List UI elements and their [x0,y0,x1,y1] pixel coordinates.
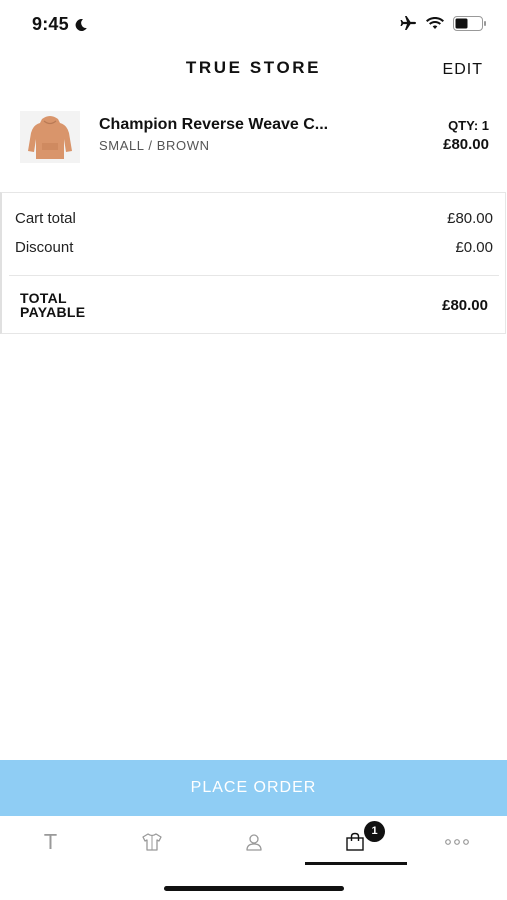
store-title: TRUE STORE [185,58,322,77]
cart-total-label: Cart total [15,210,76,227]
wifi-icon [426,17,444,29]
status-time: 9:45 [32,14,88,35]
battery-icon [453,15,486,31]
tab-catalog[interactable] [101,816,202,868]
product-variant: SMALL / BROWN [99,138,210,153]
header: TRUE STORE EDIT [0,52,507,88]
summary-divider [9,275,499,276]
order-summary: Cart total £80.00 Discount £0.00 TOTAL P… [0,192,506,334]
bag-icon [345,832,364,851]
person-icon [245,834,262,851]
discount-row: Discount £0.00 [15,239,493,256]
active-tab-indicator [305,862,407,865]
status-icons [399,15,487,31]
tab-bar: T [0,816,507,868]
tab-cart[interactable] [304,816,405,868]
moon-icon [75,18,87,31]
airplane-icon [400,16,416,30]
cart-total-value: £80.00 [447,210,493,227]
total-label-line2: PAYABLE [20,304,86,320]
discount-value: £0.00 [455,239,493,256]
home-t-icon: T [44,830,57,854]
status-bar: 9:45 [0,0,507,50]
tab-account[interactable] [203,816,304,868]
product-price: £80.00 [443,136,489,153]
home-indicator[interactable] [164,886,344,891]
discount-label: Discount [15,239,74,256]
total-label-line1: TOTAL [20,290,67,306]
product-name[interactable]: Champion Reverse Weave C... [99,116,328,134]
total-payable-label: TOTAL PAYABLE [20,291,110,319]
status-time-text: 9:45 [32,14,69,34]
cart-total-row: Cart total £80.00 [15,210,493,227]
edit-button[interactable]: EDIT [443,61,483,79]
tab-home[interactable]: T [0,816,101,868]
place-order-button[interactable]: PLACE ORDER [0,760,507,816]
cart-badge: 1 [364,821,385,842]
product-quantity: QTY: 1 [448,118,489,133]
more-icon [444,839,469,845]
tab-more[interactable] [406,816,507,868]
total-payable-value: £80.00 [442,297,488,314]
shirt-icon [141,833,162,851]
cart-item[interactable]: Champion Reverse Weave C... SMALL / BROW… [0,106,507,168]
product-thumbnail[interactable] [20,111,80,163]
